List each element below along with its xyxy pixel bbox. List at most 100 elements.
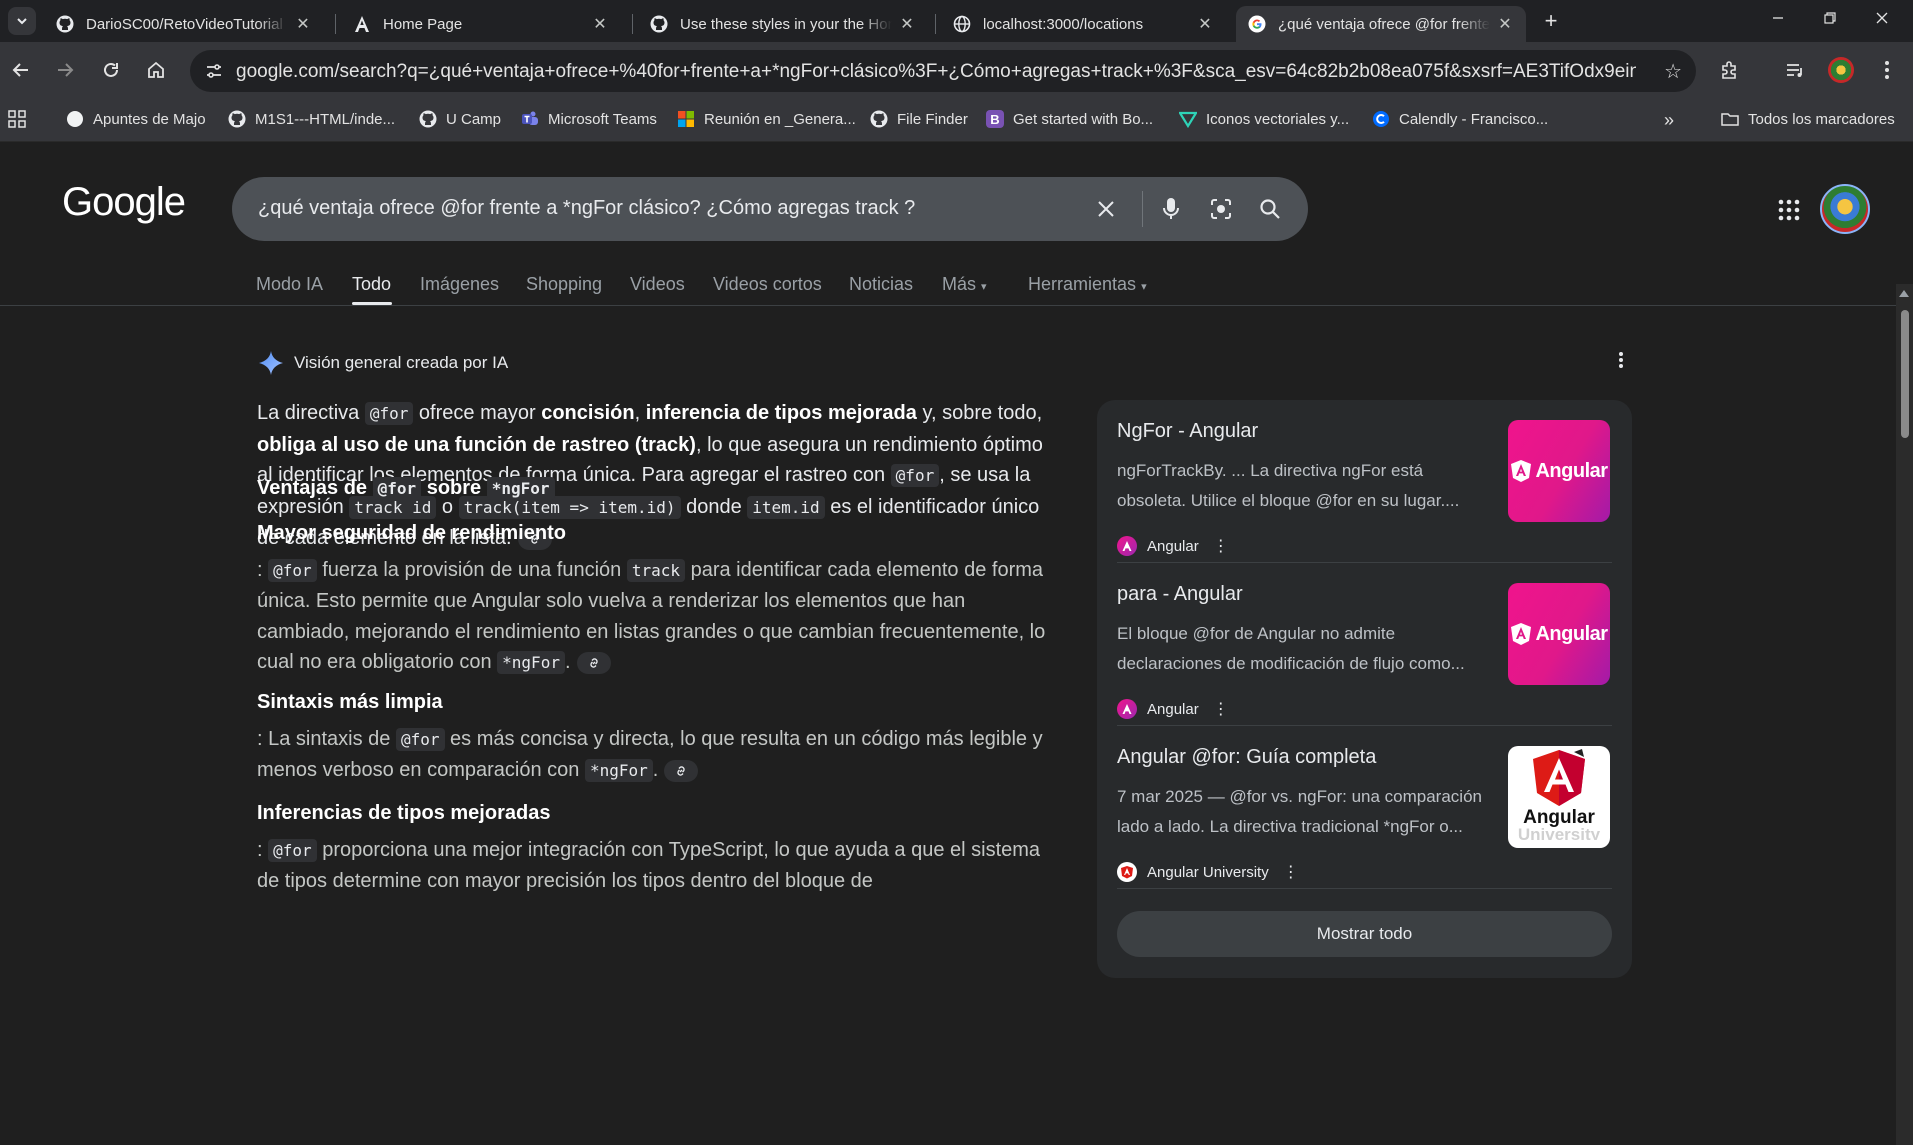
extensions-button[interactable] (1715, 55, 1745, 85)
back-button[interactable] (4, 53, 38, 87)
browser-tab[interactable]: DarioSC00/RetoVideoTutorial ✕ (44, 6, 324, 42)
search-results-page: Google ¿qué ventaja ofrece @for frente a… (0, 142, 1913, 1145)
tab-mas[interactable]: Más ▾ (942, 274, 987, 295)
more-vert-icon[interactable]: ⋮ (1213, 536, 1229, 556)
all-bookmarks-button[interactable]: Todos los marcadores (1721, 110, 1895, 128)
text: proporciona una mejor integración con Ty… (257, 838, 1041, 893)
browser-tab[interactable]: localhost:3000/locations ✕ (941, 6, 1226, 42)
bookmark-item[interactable]: Reunión en _Genera... (677, 110, 856, 128)
source-title[interactable]: NgFor - Angular (1117, 420, 1258, 443)
tab-shopping[interactable]: Shopping (526, 274, 602, 295)
more-bookmarks-button[interactable]: » (1664, 110, 1674, 131)
apps-shortcut-button[interactable] (8, 110, 26, 128)
thumbnail-subtext: University (1517, 828, 1601, 840)
google-apps-icon[interactable] (1777, 198, 1801, 222)
lens-search-button[interactable] (1207, 195, 1235, 223)
bookmark-star-icon[interactable]: ☆ (1664, 59, 1682, 84)
section-tipos: Inferencias de tipos mejoradas : @for pr… (257, 798, 1057, 897)
search-submit-button[interactable] (1256, 195, 1284, 223)
google-g-icon (1248, 15, 1266, 33)
browser-tab-active[interactable]: ¿qué ventaja ofrece @for frente ✕ (1236, 6, 1526, 42)
microsoft-icon (677, 110, 695, 128)
inline-code: track (626, 558, 686, 582)
text: : (257, 558, 269, 581)
text: . (652, 759, 659, 781)
scrollbar-thumb[interactable] (1901, 310, 1909, 438)
source-title[interactable]: Angular @for: Guía completa (1117, 746, 1376, 769)
more-vert-icon[interactable]: ⋮ (1283, 862, 1299, 882)
media-control-button[interactable] (1780, 55, 1810, 85)
bookmark-label: Reunión en _Genera... (704, 110, 856, 128)
source-link-chip[interactable] (576, 651, 611, 674)
source-title[interactable]: para - Angular (1117, 583, 1243, 606)
close-icon[interactable]: ✕ (294, 15, 312, 33)
tab-noticias[interactable]: Noticias (849, 274, 913, 295)
source-card[interactable]: para - Angular El bloque @for de Angular… (1117, 571, 1612, 731)
browser-tab[interactable]: Use these styles in your the Hom ✕ (638, 6, 928, 42)
google-logo[interactable]: Google (62, 180, 186, 225)
github-icon (419, 110, 437, 128)
bookmark-item[interactable]: U Camp (419, 110, 501, 128)
tab-videos[interactable]: Videos (630, 274, 685, 295)
source-card[interactable]: NgFor - Angular ngForTrackBy. ... La dir… (1117, 408, 1612, 568)
source-snippet: ngForTrackBy. ... La directiva ngFor est… (1117, 461, 1460, 510)
tab-videos-cortos[interactable]: Videos cortos (713, 274, 822, 295)
microphone-icon (1163, 198, 1179, 219)
bold-text: obliga al uso de una función de rastreo … (257, 433, 696, 456)
tab-title: Use these styles in your the Hom (680, 15, 892, 33)
inline-code: @for (268, 558, 317, 582)
text: La directiva (257, 402, 365, 424)
ai-overview-more-button[interactable] (1612, 350, 1630, 374)
site-settings-icon[interactable] (204, 61, 224, 81)
window-close-button[interactable] (1856, 0, 1908, 36)
show-all-button[interactable]: Mostrar todo (1117, 911, 1612, 957)
bookmark-label: Get started with Bo... (1013, 110, 1154, 128)
close-icon[interactable]: ✕ (898, 15, 916, 33)
new-tab-button[interactable]: + (1537, 7, 1565, 35)
minimize-button[interactable] (1752, 0, 1804, 36)
tab-herramientas[interactable]: Herramientas ▾ (1028, 274, 1147, 295)
more-vert-icon[interactable]: ⋮ (1213, 699, 1229, 719)
reload-icon (104, 62, 118, 77)
search-box[interactable]: ¿qué ventaja ofrece @for frente a *ngFor… (232, 177, 1308, 241)
bookmark-item[interactable]: File Finder (870, 110, 968, 128)
address-bar-url[interactable]: google.com/search?q=¿qué+ventaja+ofrece+… (236, 61, 1636, 83)
forward-button[interactable] (48, 53, 82, 87)
reload-button[interactable] (94, 53, 128, 87)
account-avatar[interactable] (1820, 184, 1870, 234)
tab-modo-ia[interactable]: Modo IA (256, 274, 323, 295)
angular-shield-icon (1533, 749, 1585, 806)
address-bar[interactable]: google.com/search?q=¿qué+ventaja+ofrece+… (190, 50, 1696, 92)
tab-todo[interactable]: Todo (352, 274, 391, 295)
browser-tab[interactable]: Home Page ✕ (341, 6, 621, 42)
bookmark-item[interactable]: Calendly - Francisco... (1372, 110, 1548, 128)
tab-imagenes[interactable]: Imágenes (420, 274, 499, 295)
close-icon[interactable]: ✕ (591, 15, 609, 33)
tab-search-button[interactable] (8, 7, 36, 35)
browser-menu-button[interactable] (1872, 55, 1902, 85)
divider (1117, 888, 1612, 889)
angular-a-icon (353, 15, 371, 33)
inline-code: *ngFor (486, 477, 555, 500)
page-scrollbar[interactable] (1896, 284, 1913, 1145)
restore-button[interactable] (1804, 0, 1856, 36)
bookmark-item[interactable]: Apuntes de Majo (66, 110, 206, 128)
ventajas-heading: Ventajas de @for sobre *ngFor (257, 473, 1057, 505)
close-icon[interactable]: ✕ (1196, 15, 1214, 33)
divider (1117, 562, 1612, 563)
voice-search-button[interactable] (1157, 195, 1185, 223)
bookmark-item[interactable]: B Get started with Bo... (986, 110, 1153, 128)
source-card[interactable]: Angular @for: Guía completa 7 mar 2025 —… (1117, 734, 1612, 894)
home-button[interactable] (139, 53, 173, 87)
scroll-up-arrow-icon[interactable] (1899, 290, 1909, 297)
clear-search-button[interactable] (1092, 195, 1120, 223)
profile-button[interactable] (1826, 55, 1856, 85)
close-icon[interactable]: ✕ (1496, 15, 1514, 33)
search-input[interactable]: ¿qué ventaja ofrece @for frente a *ngFor… (258, 197, 915, 220)
bookmark-item[interactable]: Iconos vectoriales y... (1179, 110, 1349, 128)
bookmark-item[interactable]: M1S1---HTML/inde... (228, 110, 395, 128)
bookmark-label: U Camp (446, 110, 502, 128)
bookmark-item[interactable]: Microsoft Teams (521, 110, 657, 128)
source-link-chip[interactable] (664, 759, 699, 782)
inline-code: @for (372, 477, 422, 500)
